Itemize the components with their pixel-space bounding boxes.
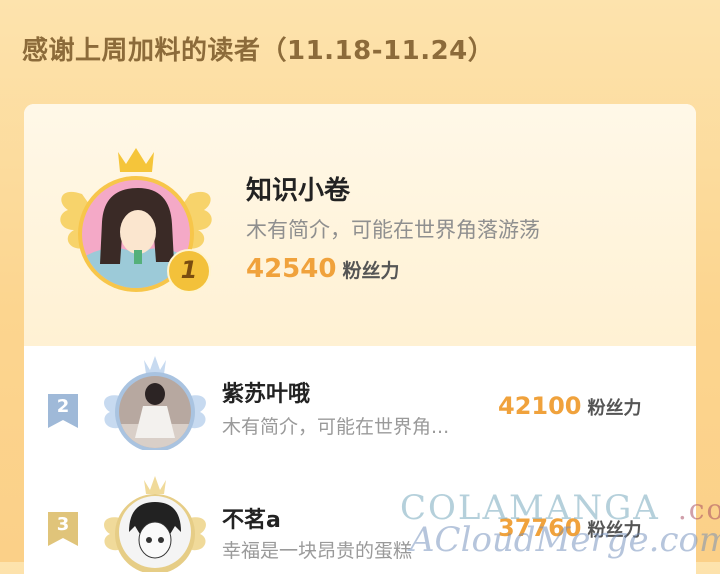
reader-bio: 幸福是一块昂贵的蛋糕 xyxy=(222,540,413,562)
reader-name[interactable]: 不茗a xyxy=(222,502,281,534)
top-reader-section[interactable]: 1 知识小卷 木有简介，可能在世界角落游荡 42540 粉丝力 xyxy=(24,104,696,346)
page-title: 感谢上周加料的读者（11.18-11.24） xyxy=(22,36,495,66)
watermark-acloudmerge: ACloudMerge.com xyxy=(410,520,720,560)
avatar xyxy=(119,376,191,448)
top-reader-fans: 42540 粉丝力 xyxy=(246,254,399,284)
reader-fans: 42100 粉丝力 xyxy=(498,392,642,420)
fans-count: 42100 xyxy=(498,392,582,420)
rank-2-number: 2 xyxy=(56,396,70,417)
rank-2-badge: 2 xyxy=(48,394,78,428)
fans-label: 粉丝力 xyxy=(587,398,642,419)
rank-3-badge: 3 xyxy=(48,512,78,546)
rank-3-number: 3 xyxy=(56,514,70,535)
reader-bio: 木有简介，可能在世界角... xyxy=(222,416,450,438)
rank-1-avatar-frame[interactable]: 1 xyxy=(52,144,220,294)
rank-2-avatar-frame[interactable] xyxy=(96,352,214,452)
rank-3-avatar-frame[interactable] xyxy=(96,474,214,574)
reader-name[interactable]: 紫苏叶哦 xyxy=(222,376,310,408)
top-reader-name[interactable]: 知识小卷 xyxy=(246,170,350,207)
rank-1-number: 1 xyxy=(180,256,198,284)
reader-row-2[interactable]: 2 紫苏叶哦 木有简介，可能在世界角... 42100 粉丝力 xyxy=(24,346,696,456)
avatar xyxy=(119,496,191,568)
fans-count: 42540 xyxy=(246,254,337,284)
top-reader-bio: 木有简介，可能在世界角落游荡 xyxy=(246,218,540,242)
girl-white-dress-avatar-icon xyxy=(119,376,191,448)
fans-label: 粉丝力 xyxy=(342,260,400,282)
anime-boy-avatar-icon xyxy=(119,496,191,568)
